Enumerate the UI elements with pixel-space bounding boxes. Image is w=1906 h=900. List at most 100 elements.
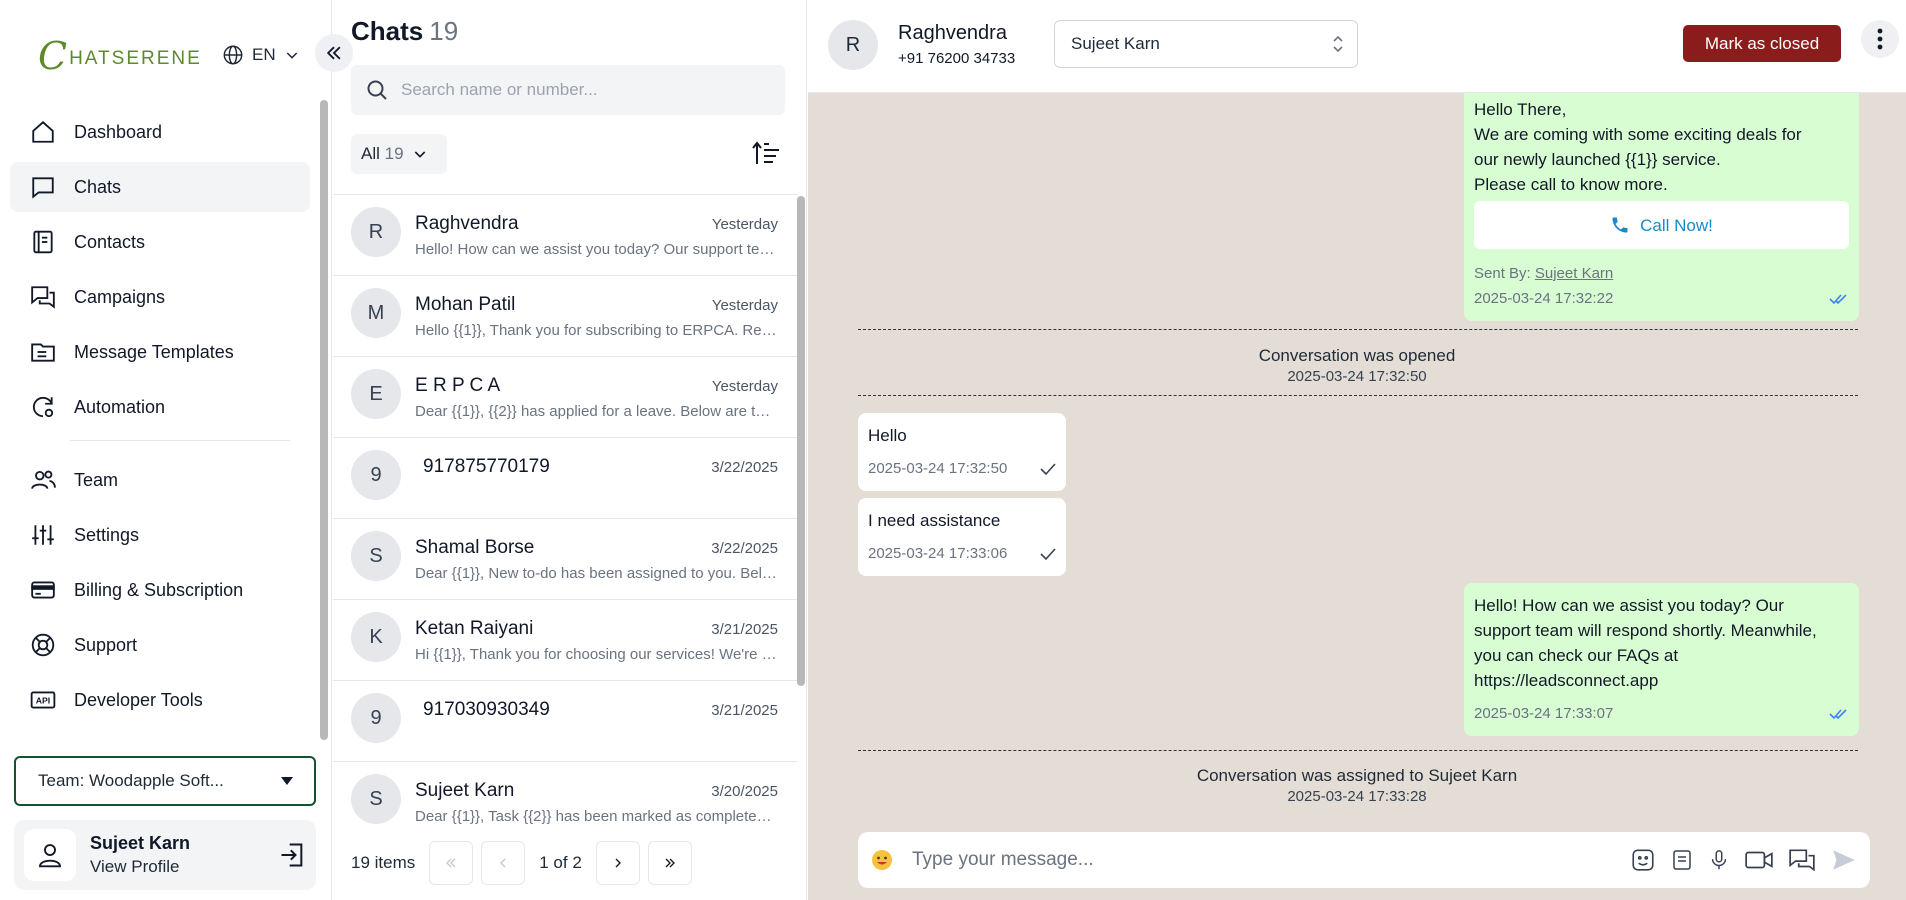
sidebar-item-developer-tools[interactable]: API Developer Tools: [10, 675, 310, 725]
team-selector-label: Team: Woodapple Soft...: [38, 771, 224, 790]
chat-count: 19: [429, 16, 459, 46]
sidebar-item-label: Chats: [74, 176, 122, 197]
chevron-updown-icon: [1333, 35, 1343, 53]
first-page-button[interactable]: [429, 841, 474, 885]
chat-preview: Dear {{1}}, {{2}} has applied for a leav…: [415, 403, 778, 420]
avatar: 9: [351, 693, 401, 743]
emoji-icon[interactable]: [870, 848, 894, 872]
sidebar-item-dashboard[interactable]: Dashboard: [10, 107, 310, 157]
last-page-button[interactable]: [647, 841, 692, 885]
chat-date: 3/21/2025: [711, 702, 778, 719]
collapse-sidebar-button[interactable]: [315, 34, 353, 72]
chat-list-item[interactable]: 9 917030930349 3/21/2025: [333, 681, 798, 762]
chat-list-item[interactable]: S Shamal Borse 3/22/2025 Dear {{1}}, New t…: [333, 519, 798, 600]
chat-icon: [32, 177, 54, 199]
chat-list-panel: Chats19 All 19 R RaghvendraYesterdayHell…: [333, 0, 807, 900]
composer-tools: [1630, 847, 1858, 873]
sidebar-item-billing[interactable]: Billing & Subscription: [10, 565, 310, 615]
chat-preview: Dear {{1}}, Task {{2}} has been marked a…: [415, 808, 778, 824]
chat-list-item[interactable]: E E R P C A Yesterday Dear {{1}}, {{2}} ha…: [333, 357, 798, 438]
microphone-icon[interactable]: [1708, 847, 1730, 873]
sidebar-item-contacts[interactable]: Contacts: [10, 217, 310, 267]
send-icon[interactable]: [1830, 847, 1858, 873]
prev-page-button[interactable]: [481, 841, 526, 885]
chat-list-item[interactable]: 9 917875770179 3/22/2025: [333, 438, 798, 519]
view-profile-link[interactable]: View Profile: [90, 857, 278, 877]
message-input[interactable]: [912, 849, 1630, 871]
conversation-panel: R Raghvendra +91 76200 34733 Sujeet Karn…: [808, 0, 1906, 900]
sidebar-item-label: Support: [74, 634, 138, 655]
api-icon: API: [30, 691, 56, 709]
page-indicator: 1 of 2: [539, 853, 582, 872]
message-time: 2025-03-24 17:32:22: [1474, 290, 1614, 307]
sidebar-item-team[interactable]: Team: [10, 455, 310, 505]
call-now-button[interactable]: Call Now!: [1474, 201, 1849, 249]
nav-divider: [70, 440, 290, 441]
sent-by-agent-link[interactable]: Sujeet Karn: [1535, 265, 1613, 282]
message-line: Hello There,: [1474, 100, 1567, 119]
mark-closed-button[interactable]: Mark as closed: [1683, 25, 1841, 62]
chat-list-item[interactable]: R Raghvendra Yesterday Hello! How can we a…: [333, 195, 798, 276]
sidebar-item-message-templates[interactable]: Message Templates: [10, 327, 310, 377]
message-text: I need assistance: [868, 511, 1001, 530]
brand-name: HATSERENE: [69, 48, 202, 69]
globe-icon: [223, 45, 243, 65]
video-icon[interactable]: [1744, 847, 1774, 873]
more-options-button[interactable]: [1861, 20, 1899, 58]
system-message: Conversation was opened 2025-03-24 17:32…: [808, 345, 1906, 387]
brand-logo[interactable]: C HATSERENE: [38, 36, 202, 76]
incoming-message: Hello 2025-03-24 17:32:50: [858, 413, 1066, 491]
template-icon[interactable]: [1670, 847, 1694, 873]
avatar: R: [351, 207, 401, 257]
message-area: Hello There, We are coming with some exc…: [808, 93, 1906, 828]
system-message-text: Conversation was assigned to Sujeet Karn: [1196, 766, 1518, 785]
folder-icon: [31, 343, 55, 362]
avatar: [24, 829, 76, 881]
assignee-select[interactable]: Sujeet Karn: [1054, 20, 1358, 68]
avatar: 9: [351, 450, 401, 500]
profile-card[interactable]: Sujeet Karn View Profile: [14, 820, 316, 890]
home-icon: [32, 121, 54, 143]
chat-date: 3/22/2025: [711, 540, 778, 557]
team-selector[interactable]: Team: Woodapple Soft...: [14, 756, 316, 806]
sidebar-item-automation[interactable]: Automation: [10, 382, 310, 432]
sidebar-scrollbar[interactable]: [320, 100, 328, 740]
next-page-button[interactable]: [595, 841, 640, 885]
message-line: Hello! How can we assist you today? Our: [1474, 596, 1784, 615]
contact-name: Raghvendra: [415, 213, 519, 234]
filter-count: 19: [384, 144, 404, 163]
automation-icon: [32, 396, 54, 418]
sidebar-item-chats[interactable]: Chats: [10, 162, 310, 212]
search-input[interactable]: [401, 80, 761, 100]
message-line: https://leadsconnect.app: [1474, 671, 1659, 690]
assignee-value: Sujeet Karn: [1071, 34, 1160, 53]
message-timestamp-row: 2025-03-24 17:32:50: [868, 456, 1056, 481]
avatar: S: [351, 531, 401, 581]
sticker-icon[interactable]: [1630, 847, 1656, 873]
sort-icon[interactable]: [751, 140, 781, 168]
chat-filter-dropdown[interactable]: All 19: [351, 134, 447, 174]
chat-list-scrollbar[interactable]: [797, 196, 805, 686]
chat-list-item[interactable]: K Ketan Raiyani 3/21/2025 Hi {{1}}, Thank …: [333, 600, 798, 681]
message-line: support team will respond shortly. Meanw…: [1474, 621, 1817, 640]
quick-reply-icon[interactable]: [1788, 847, 1816, 873]
sidebar-item-settings[interactable]: Settings: [10, 510, 310, 560]
caret-down-icon: [281, 777, 293, 785]
contacts-icon: [33, 230, 53, 254]
sidebar-item-campaigns[interactable]: Campaigns: [10, 272, 310, 322]
chat-preview: Dear {{1}}, New to-do has been assigned …: [415, 565, 778, 582]
logout-icon[interactable]: [278, 841, 306, 869]
chat-date: Yesterday: [711, 378, 778, 395]
chat-list-item[interactable]: S Sujeet Karn 3/20/2025 Dear {{1}}, Task {…: [333, 762, 798, 824]
chat-list-item[interactable]: M Mohan Patil Yesterday Hello {{1}}, Thank…: [333, 276, 798, 357]
team-icon: [31, 470, 56, 489]
message-line: We are coming with some exciting deals f…: [1474, 125, 1802, 144]
chat-list: R Raghvendra Yesterday Hello! How can we a…: [333, 194, 798, 824]
sidebar-item-support[interactable]: Support: [10, 620, 310, 670]
language-selector[interactable]: EN: [222, 44, 300, 66]
message-time: 2025-03-24 17:32:50: [868, 460, 1008, 477]
message-line: you can check our FAQs at: [1474, 646, 1679, 665]
sidebar: C HATSERENE EN Dashboard Chats Contacts …: [0, 0, 332, 900]
avatar: M: [351, 288, 401, 338]
sidebar-nav: Dashboard Chats Contacts Campaigns Messa…: [10, 107, 310, 730]
